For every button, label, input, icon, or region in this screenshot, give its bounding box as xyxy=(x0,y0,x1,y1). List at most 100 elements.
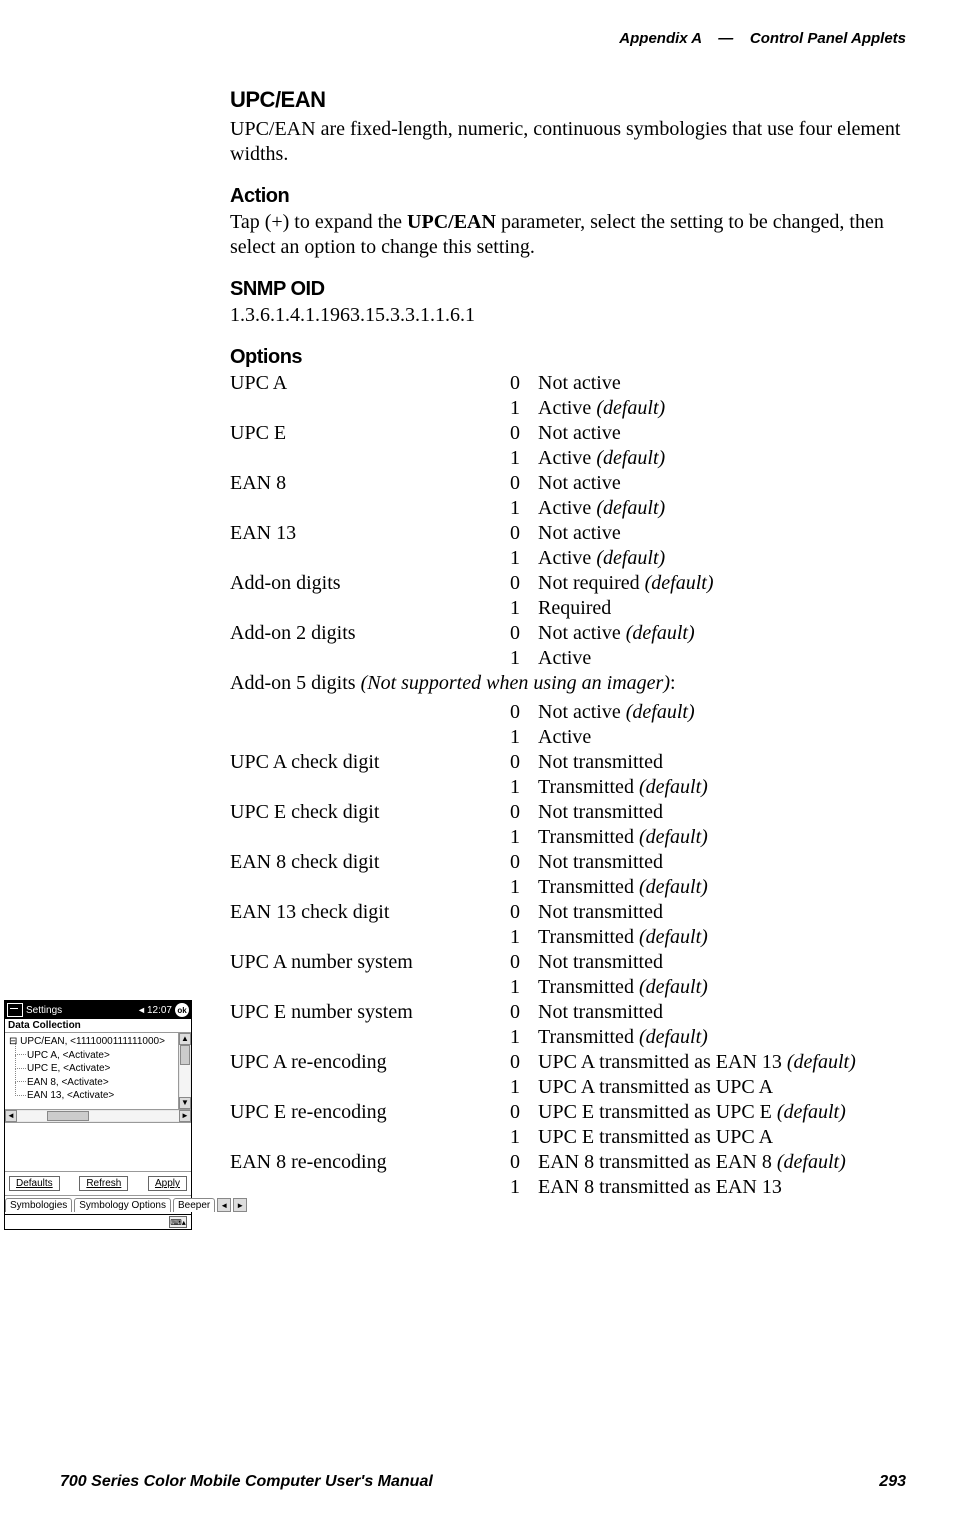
appendix-label: Appendix A xyxy=(619,30,701,47)
option-value-number: 0 xyxy=(510,621,538,646)
option-value-number: 0 xyxy=(510,1050,538,1075)
option-label: UPC E xyxy=(230,421,510,446)
option-value-number: 0 xyxy=(510,371,538,396)
default-marker: (default) xyxy=(787,1051,856,1073)
h-scroll-thumb[interactable] xyxy=(47,1111,89,1121)
option-row: 1Required xyxy=(230,596,906,621)
applet-button-row: Defaults Refresh Apply xyxy=(5,1171,191,1195)
option-label xyxy=(230,1025,510,1050)
keyboard-icon[interactable]: ⌨▴ xyxy=(169,1216,187,1228)
option-value-desc: UPC E transmitted as UPC E (default) xyxy=(538,1100,906,1125)
option-label xyxy=(230,725,510,750)
ok-button[interactable]: ok xyxy=(175,1003,189,1017)
defaults-button[interactable]: Defaults xyxy=(9,1176,60,1191)
option-value-desc: UPC E transmitted as UPC A xyxy=(538,1125,906,1150)
option-label xyxy=(230,396,510,421)
addon5-note: Add-on 5 digits (Not supported when usin… xyxy=(230,671,906,696)
default-marker: (default) xyxy=(645,572,714,594)
tree-v-scrollbar[interactable]: ▲ ▼ xyxy=(178,1033,191,1109)
option-value-desc: Not transmitted xyxy=(538,950,906,975)
tree-h-scrollbar[interactable]: ◄ ► xyxy=(5,1109,191,1122)
option-label: UPC A check digit xyxy=(230,750,510,775)
option-value-desc: Transmitted (default) xyxy=(538,775,906,800)
option-label: EAN 8 re-encoding xyxy=(230,1150,510,1175)
upc-ean-description: UPC/EAN are fixed-length, numeric, conti… xyxy=(230,117,906,167)
option-label xyxy=(230,496,510,521)
option-value-number: 0 xyxy=(510,700,538,725)
tree-item[interactable]: EAN 8, <Activate> xyxy=(9,1076,176,1090)
option-row: 1Transmitted (default) xyxy=(230,775,906,800)
tree-item[interactable]: EAN 13, <Activate> xyxy=(9,1089,176,1103)
option-row: UPC E0Not active xyxy=(230,421,906,446)
option-value-desc: UPC A transmitted as UPC A xyxy=(538,1075,906,1100)
option-row: 1Active xyxy=(230,646,906,671)
option-value-desc: Not active xyxy=(538,421,906,446)
default-marker: (default) xyxy=(596,397,665,419)
option-row: EAN 8 re-encoding0EAN 8 transmitted as E… xyxy=(230,1150,906,1175)
option-value-number: 0 xyxy=(510,1150,538,1175)
option-value-desc: Not transmitted xyxy=(538,750,906,775)
options-table-2: 0Not active (default)1ActiveUPC A check … xyxy=(230,700,906,1200)
default-marker: (default) xyxy=(777,1151,846,1173)
option-value-desc: Transmitted (default) xyxy=(538,825,906,850)
heading-snmp-oid: SNMP OID xyxy=(230,278,906,301)
apply-button[interactable]: Apply xyxy=(148,1176,187,1191)
option-row: 0Not active (default) xyxy=(230,700,906,725)
default-marker: (default) xyxy=(626,701,695,723)
scroll-right-arrow[interactable]: ► xyxy=(179,1110,191,1122)
option-value-number: 1 xyxy=(510,1175,538,1200)
option-row: EAN 80Not active xyxy=(230,471,906,496)
scroll-left-arrow[interactable]: ◄ xyxy=(5,1110,17,1122)
applet-titlebar: Settings 12:07 ok xyxy=(5,1001,191,1019)
option-value-desc: Transmitted (default) xyxy=(538,875,906,900)
option-label xyxy=(230,700,510,725)
tab-beeper[interactable]: Beeper xyxy=(173,1198,215,1212)
option-value-desc: Transmitted (default) xyxy=(538,925,906,950)
tab-scroll-right[interactable]: ► xyxy=(233,1198,247,1212)
option-value-desc: Not transmitted xyxy=(538,850,906,875)
option-value-desc: Not active (default) xyxy=(538,700,906,725)
option-value-number: 0 xyxy=(510,421,538,446)
option-label: UPC E number system xyxy=(230,1000,510,1025)
heading-options: Options xyxy=(230,346,906,369)
option-row: 1Active (default) xyxy=(230,546,906,571)
option-row: 1Transmitted (default) xyxy=(230,975,906,1000)
option-value-desc: Not transmitted xyxy=(538,900,906,925)
default-marker: (default) xyxy=(639,1026,708,1048)
dash: — xyxy=(718,30,733,47)
option-row: EAN 8 check digit0Not transmitted xyxy=(230,850,906,875)
refresh-button[interactable]: Refresh xyxy=(79,1176,128,1191)
option-label xyxy=(230,1075,510,1100)
option-label: UPC E re-encoding xyxy=(230,1100,510,1125)
option-label xyxy=(230,975,510,1000)
default-marker: (default) xyxy=(639,876,708,898)
scroll-thumb[interactable] xyxy=(180,1045,190,1065)
option-row: 1EAN 8 transmitted as EAN 13 xyxy=(230,1175,906,1200)
option-value-number: 0 xyxy=(510,900,538,925)
default-marker: (default) xyxy=(777,1101,846,1123)
option-row: 1Active (default) xyxy=(230,446,906,471)
tab-symbology-options[interactable]: Symbology Options xyxy=(74,1198,171,1212)
option-value-number: 0 xyxy=(510,750,538,775)
option-label xyxy=(230,446,510,471)
option-row: 1Transmitted (default) xyxy=(230,875,906,900)
option-value-number: 0 xyxy=(510,1100,538,1125)
heading-action: Action xyxy=(230,185,906,208)
tree-root[interactable]: UPC/EAN, <1111000111111000> xyxy=(9,1035,176,1049)
snmp-oid-value: 1.3.6.1.4.1.1963.15.3.3.1.1.6.1 xyxy=(230,303,906,328)
applet-title: Settings xyxy=(26,1005,137,1016)
applet-tree[interactable]: UPC/EAN, <1111000111111000> UPC A, <Acti… xyxy=(5,1033,178,1109)
option-label: Add-on digits xyxy=(230,571,510,596)
scroll-down-arrow[interactable]: ▼ xyxy=(179,1097,191,1109)
tab-scroll-left[interactable]: ◄ xyxy=(217,1198,231,1212)
option-row: UPC A check digit0Not transmitted xyxy=(230,750,906,775)
option-row: UPC A number system0Not transmitted xyxy=(230,950,906,975)
default-marker: (default) xyxy=(639,826,708,848)
default-marker: (default) xyxy=(639,776,708,798)
scroll-up-arrow[interactable]: ▲ xyxy=(179,1033,191,1045)
tab-symbologies[interactable]: Symbologies xyxy=(5,1198,72,1212)
tree-item[interactable]: UPC A, <Activate> xyxy=(9,1049,176,1063)
tree-item[interactable]: UPC E, <Activate> xyxy=(9,1062,176,1076)
option-value-desc: Transmitted (default) xyxy=(538,975,906,1000)
option-label xyxy=(230,925,510,950)
